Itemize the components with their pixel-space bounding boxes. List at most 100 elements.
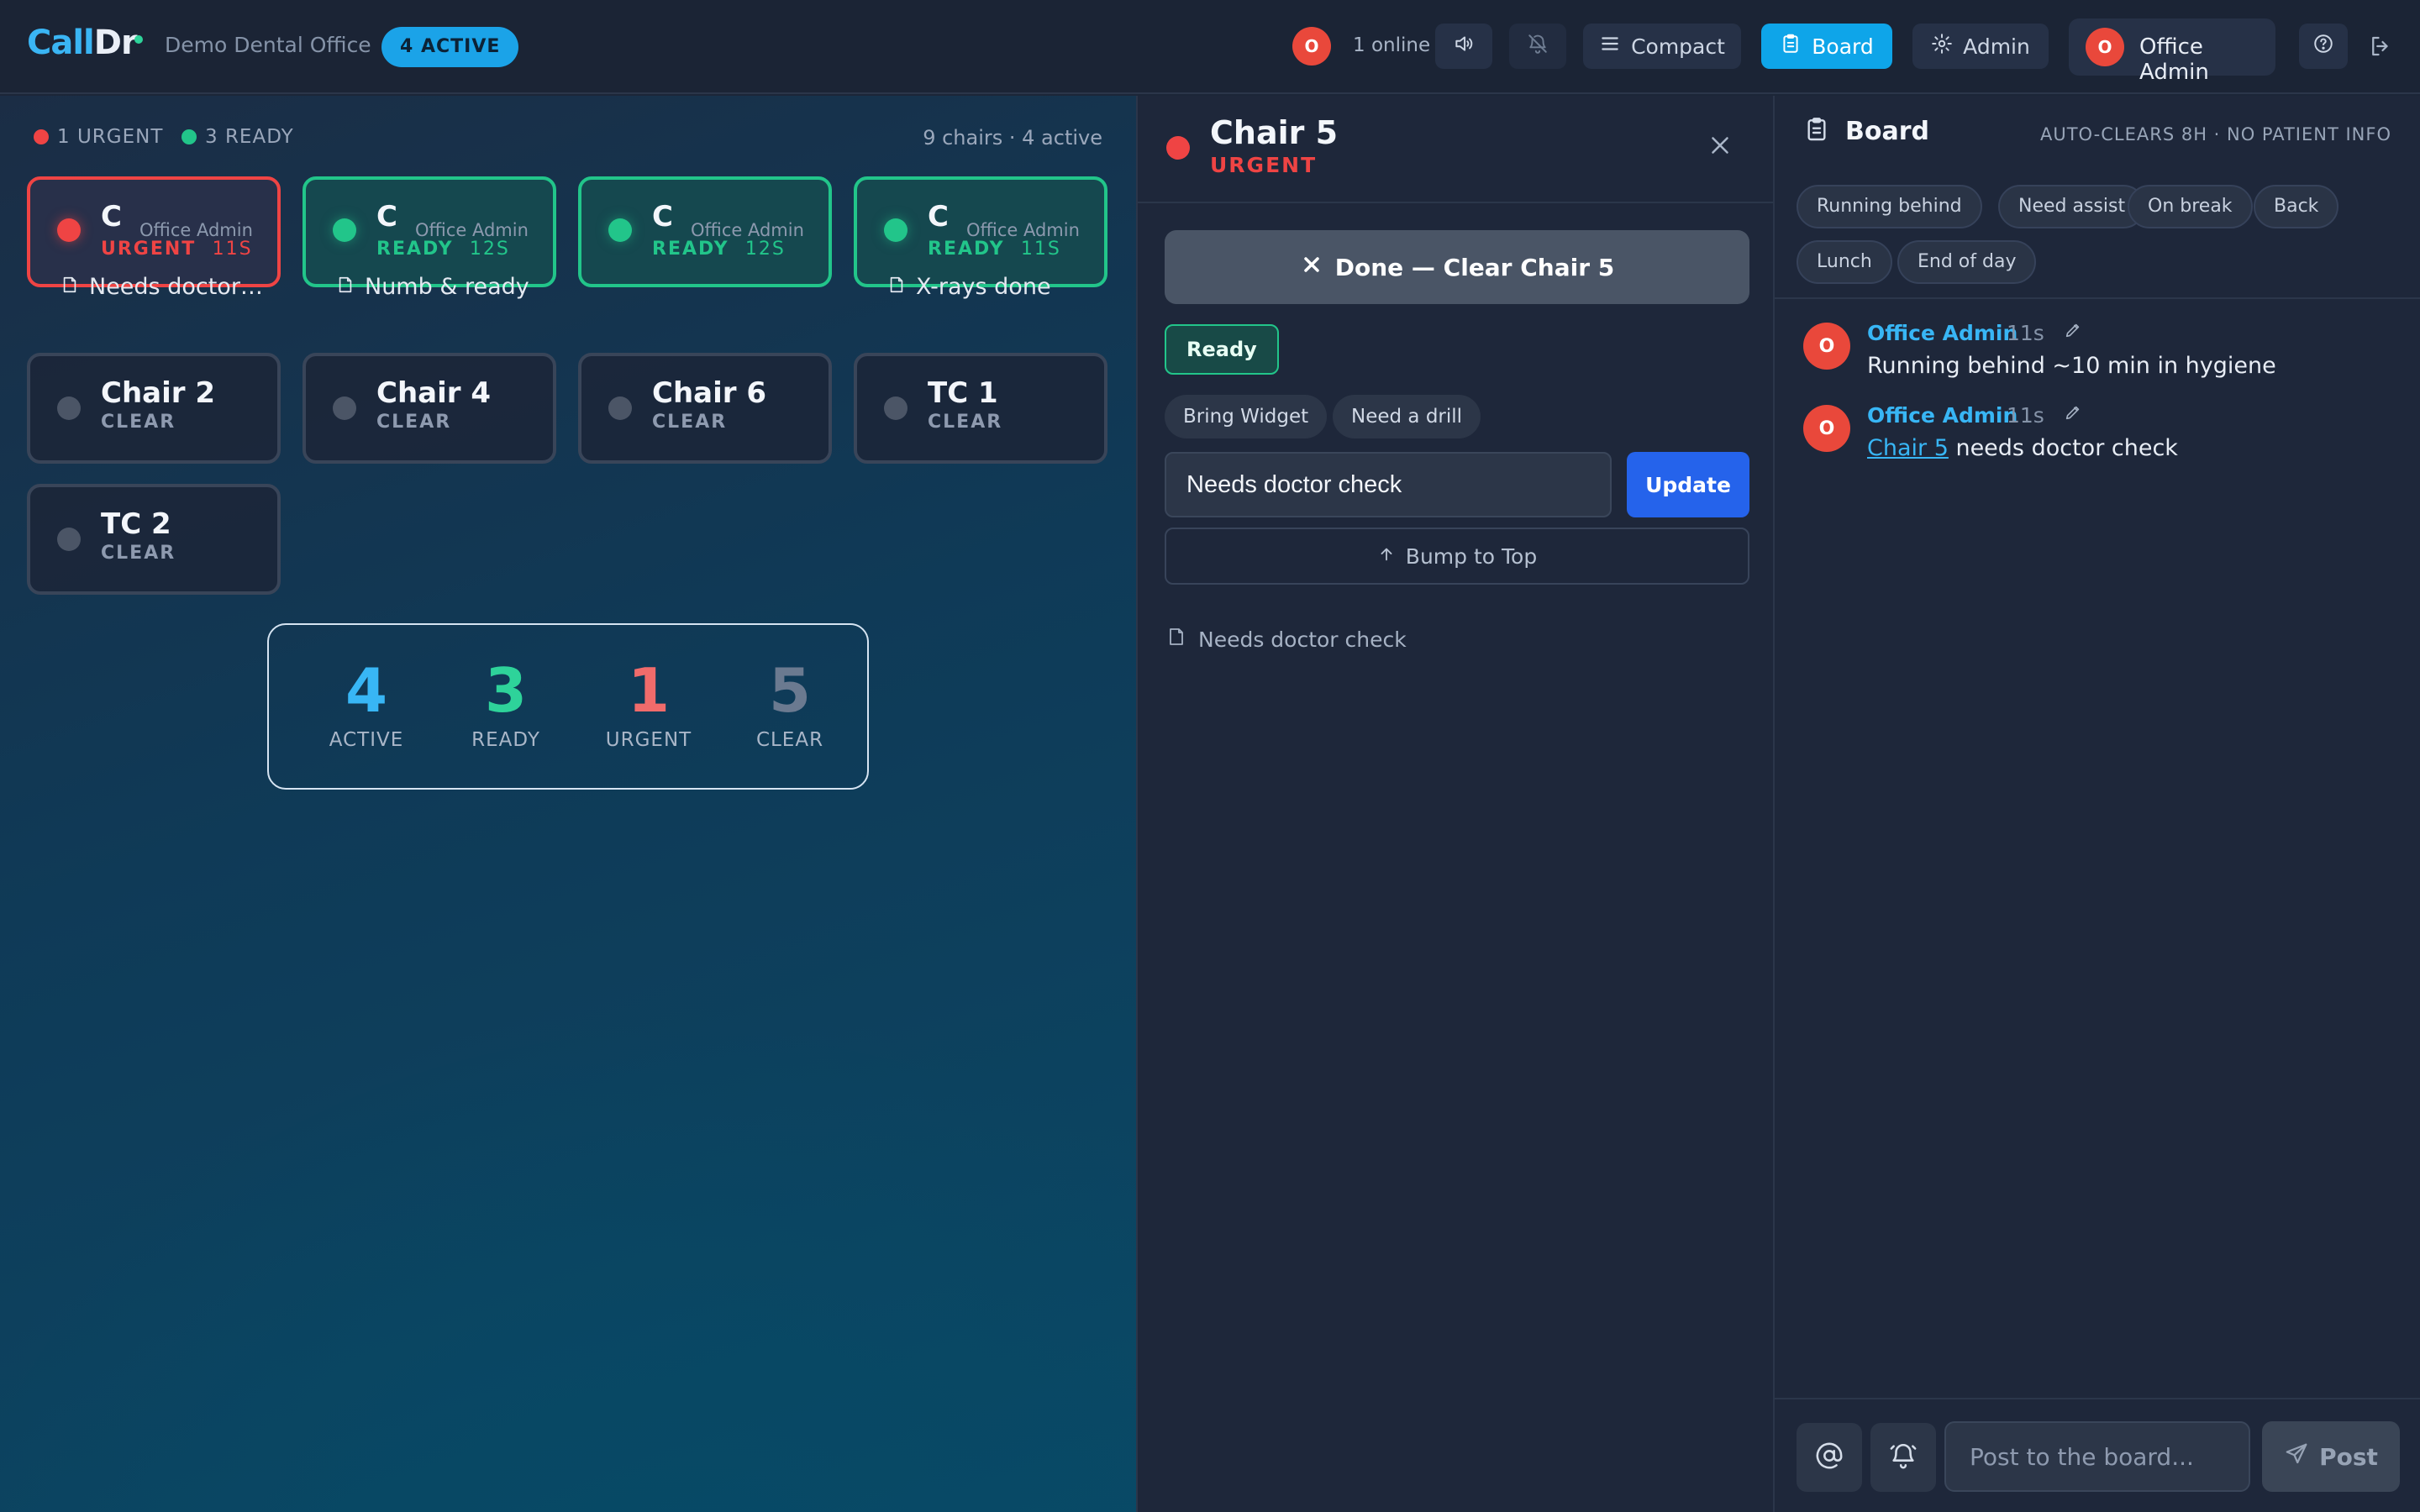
message-time: 11s xyxy=(2007,403,2044,428)
quick-request-chip[interactable]: Need a drill xyxy=(1333,395,1481,438)
chair-card[interactable]: Chair 2 CLEAR xyxy=(27,353,281,464)
chair-card[interactable]: C Office Admin READY 12S Numb & ready xyxy=(302,176,556,300)
post-button[interactable]: Post xyxy=(2262,1421,2400,1492)
stat-clear: 5 CLEAR xyxy=(739,657,840,751)
board-quick-chip[interactable]: End of day xyxy=(1897,240,2037,284)
called-by: Office Admin xyxy=(415,220,529,240)
menu-icon xyxy=(1599,33,1621,60)
help-button[interactable] xyxy=(2299,24,2348,69)
chair-note-text: X-rays done xyxy=(916,274,1051,300)
chair-status: URGENT 11S xyxy=(101,239,253,260)
chair-card[interactable]: C Office Admin READY 11S X-rays done xyxy=(854,176,1107,300)
board-toggle-button[interactable]: Board xyxy=(1761,24,1892,69)
pencil-icon xyxy=(2064,323,2082,343)
status-text: URGENT xyxy=(101,239,197,260)
close-detail-button[interactable] xyxy=(1706,131,1734,163)
bell-ring-icon xyxy=(1889,1441,1918,1473)
arrow-up-icon xyxy=(1377,544,1396,569)
edit-message-button[interactable] xyxy=(2064,321,2082,343)
send-icon xyxy=(2284,1441,2309,1473)
chair-card[interactable]: TC 2 CLEAR xyxy=(27,484,281,595)
note-icon xyxy=(887,274,906,300)
urgent-summary-label: 1 URGENT xyxy=(57,126,164,148)
logout-button[interactable] xyxy=(2368,34,2393,62)
chair-note: Needs doctor… xyxy=(60,274,263,300)
compact-view-button[interactable]: Compact xyxy=(1583,24,1741,69)
admin-button[interactable]: Admin xyxy=(1912,24,2049,69)
notify-button[interactable] xyxy=(1870,1423,1936,1492)
stat-urgent: 1 URGENT xyxy=(590,657,708,751)
board-quick-chip[interactable]: On break xyxy=(2128,185,2253,228)
board-quick-chip[interactable]: Running behind xyxy=(1797,185,1982,228)
note-icon xyxy=(336,274,355,300)
post-label: Post xyxy=(2319,1442,2378,1471)
logo-status-dot xyxy=(134,35,143,44)
stat-value: 4 xyxy=(345,655,388,726)
pencil-icon xyxy=(2064,406,2082,425)
mention-button[interactable] xyxy=(1797,1423,1862,1492)
status-timer: 12S xyxy=(744,239,786,260)
chair-card[interactable]: Chair 6 CLEAR xyxy=(578,353,832,464)
update-note-button[interactable]: Update xyxy=(1627,452,1749,517)
notifications-toggle-button[interactable] xyxy=(1509,24,1566,69)
speaker-icon xyxy=(1453,33,1475,60)
note-input[interactable] xyxy=(1165,452,1612,517)
online-count: 1 online xyxy=(1353,34,1431,56)
board-quick-chip[interactable]: Need assist xyxy=(1998,185,2146,228)
chair-grid-pane: 1 URGENT 3 READY 9 chairs · 4 active C O… xyxy=(0,96,1136,1512)
chair-card[interactable]: C Office Admin READY 12S xyxy=(578,176,832,287)
bump-to-top-button[interactable]: Bump to Top xyxy=(1165,528,1749,585)
ready-summary: 3 READY xyxy=(182,126,294,148)
sound-toggle-button[interactable] xyxy=(1435,24,1492,69)
current-note: Needs doctor check xyxy=(1166,627,1407,652)
stats-summary: 4 ACTIVE 3 READY 1 URGENT 5 CLEAR xyxy=(267,623,869,790)
chair-card[interactable]: C Office Admin URGENT 11S Needs doctor… xyxy=(27,176,281,300)
message-time: 11s xyxy=(2007,321,2044,345)
detail-status-dot xyxy=(1166,136,1190,160)
stat-value: 5 xyxy=(768,655,812,726)
status-dot xyxy=(608,218,632,242)
chair-status: CLEAR xyxy=(652,412,728,433)
edit-message-button[interactable] xyxy=(2064,403,2082,425)
gear-icon xyxy=(1931,33,1953,60)
quick-request-chip[interactable]: Bring Widget xyxy=(1165,395,1328,438)
message-author: Office Admin xyxy=(1867,321,2018,345)
board-label: Board xyxy=(1812,34,1874,59)
chair-card[interactable]: TC 1 CLEAR xyxy=(854,353,1107,464)
chair-link[interactable]: Chair 5 xyxy=(1867,435,1949,461)
board-post-input[interactable] xyxy=(1944,1421,2250,1492)
top-bar: CallDr Demo Dental Office 4 ACTIVE O 1 o… xyxy=(0,0,2420,94)
done-clear-label: Done — Clear Chair 5 xyxy=(1334,253,1615,281)
ready-dot xyxy=(182,129,197,144)
board-quick-chip[interactable]: Lunch xyxy=(1797,240,1892,284)
chairs-meta: 9 chairs · 4 active xyxy=(923,126,1102,150)
active-count-badge: 4 ACTIVE xyxy=(381,27,519,67)
chair-name: C xyxy=(376,200,397,234)
app-logo[interactable]: CallDr xyxy=(27,24,138,62)
divider xyxy=(1775,1398,2420,1399)
chair-card[interactable]: Chair 4 CLEAR xyxy=(302,353,556,464)
message-author: Office Admin xyxy=(1867,403,2018,428)
status-timer: 12S xyxy=(469,239,510,260)
board-quick-chip[interactable]: Back xyxy=(2254,185,2339,228)
chair-detail-panel: Chair 5 URGENT Done — Clear Chair 5 Read… xyxy=(1136,96,1775,1512)
chair-status: CLEAR xyxy=(376,412,452,433)
ready-status-button[interactable]: Ready xyxy=(1165,324,1279,375)
called-by: Office Admin xyxy=(966,220,1080,240)
stat-label: CLEAR xyxy=(755,729,824,751)
status-dot xyxy=(57,528,81,551)
board-panel: Board AUTO-CLEARS 8H · NO PATIENT INFO R… xyxy=(1775,96,2420,1512)
logo-dr: Dr xyxy=(93,24,138,62)
chair-name: Chair 2 xyxy=(101,376,216,410)
message-avatar: O xyxy=(1803,405,1850,452)
chair-name: Chair 4 xyxy=(376,376,492,410)
logout-icon xyxy=(2368,36,2393,62)
chair-name: TC 2 xyxy=(101,507,171,541)
done-clear-button[interactable]: Done — Clear Chair 5 xyxy=(1165,230,1749,304)
user-menu-button[interactable]: O Office Admin xyxy=(2069,18,2275,85)
bell-off-icon xyxy=(1527,33,1549,60)
stat-value: 1 xyxy=(627,655,671,726)
compact-label: Compact xyxy=(1631,34,1725,59)
chair-status: READY 11S xyxy=(928,239,1061,260)
board-retention-note: AUTO-CLEARS 8H · NO PATIENT INFO xyxy=(2039,124,2391,144)
